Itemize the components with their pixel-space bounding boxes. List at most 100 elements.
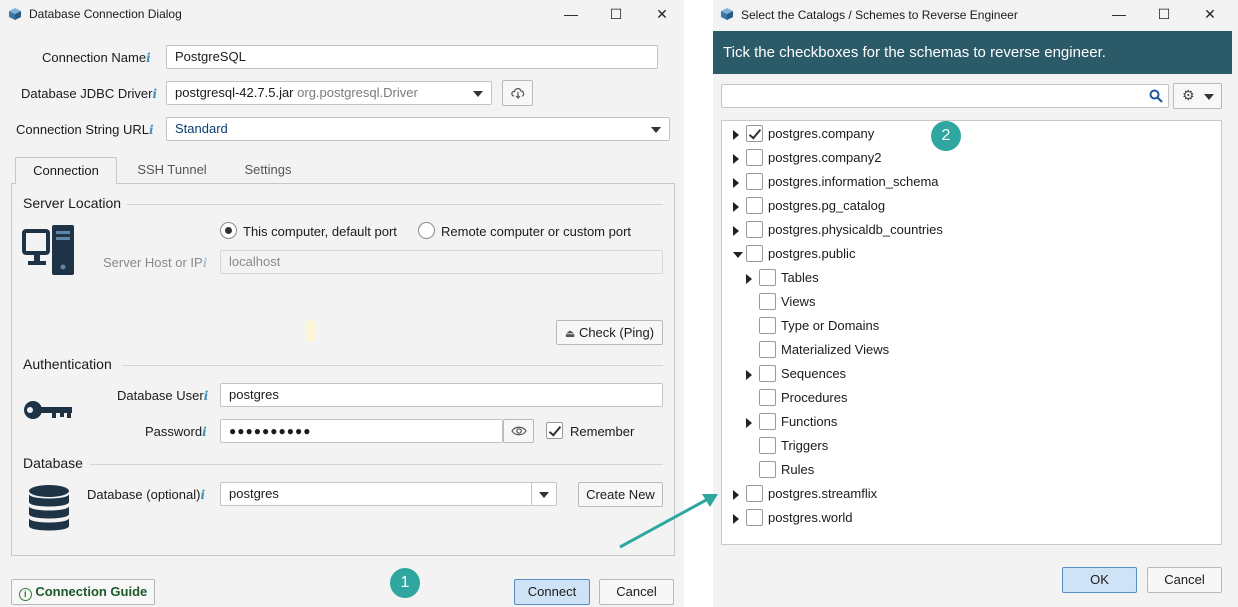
info-icon[interactable]: i xyxy=(149,123,154,137)
tree-row[interactable]: postgres.company2 xyxy=(722,146,1221,170)
connection-url-select[interactable]: Standard xyxy=(166,117,670,141)
maximize-button[interactable]: ☐ xyxy=(605,4,627,24)
expand-closed-icon[interactable] xyxy=(733,514,739,524)
tree-row[interactable]: Tables xyxy=(722,266,1221,290)
info-icon[interactable]: i xyxy=(202,425,207,439)
jdbc-driver-select[interactable]: postgresql-42.7.5.jar org.postgresql.Dri… xyxy=(166,81,492,105)
tree-row-checkbox[interactable] xyxy=(746,197,763,214)
expand-closed-icon[interactable] xyxy=(733,154,739,164)
radio-this-computer-label[interactable]: This computer, default port xyxy=(243,224,397,239)
tree-row[interactable]: postgres.streamflix xyxy=(722,482,1221,506)
tree-row-checkbox[interactable] xyxy=(759,269,776,286)
remember-label[interactable]: Remember xyxy=(570,424,634,439)
expand-closed-icon[interactable] xyxy=(733,130,739,140)
tree-row-checkbox[interactable] xyxy=(746,509,763,526)
maximize-button[interactable]: ☐ xyxy=(1153,4,1175,24)
database-user-input[interactable]: postgres xyxy=(220,383,663,407)
tree-row-checkbox[interactable] xyxy=(759,461,776,478)
tree-row-label: Procedures xyxy=(781,390,848,405)
tree-row[interactable]: postgres.physicaldb_countries xyxy=(722,218,1221,242)
check-ping-button[interactable]: ⏏ Check (Ping) xyxy=(556,320,663,345)
minimize-button[interactable]: — xyxy=(1108,4,1130,24)
expand-closed-icon[interactable] xyxy=(733,202,739,212)
info-icon[interactable]: i xyxy=(146,51,151,65)
tab-ssh-tunnel[interactable]: SSH Tunnel xyxy=(124,157,220,183)
tree-row-checkbox[interactable] xyxy=(759,341,776,358)
cancel-button[interactable]: Cancel xyxy=(599,579,674,605)
password-input[interactable]: ●●●●●●●●●● xyxy=(220,419,503,443)
connection-name-value: PostgreSQL xyxy=(175,49,246,64)
driver-jar: postgresql-42.7.5.jar xyxy=(175,85,294,100)
connection-url-value: Standard xyxy=(175,121,228,136)
tab-settings[interactable]: Settings xyxy=(226,157,310,183)
expand-closed-icon[interactable] xyxy=(746,274,752,284)
info-icon[interactable]: i xyxy=(200,488,205,502)
tree-row-checkbox[interactable] xyxy=(759,365,776,382)
tree-row[interactable]: Triggers xyxy=(722,434,1221,458)
computer-server-icon xyxy=(22,225,74,275)
tree-row-checkbox[interactable] xyxy=(759,437,776,454)
connection-name-input[interactable]: PostgreSQL xyxy=(166,45,658,69)
tree-row-label: Materialized Views xyxy=(781,342,890,357)
database-section-title: Database xyxy=(23,455,83,471)
tree-row[interactable]: Procedures xyxy=(722,386,1221,410)
tree-row[interactable]: Views xyxy=(722,290,1221,314)
database-combo[interactable]: postgres xyxy=(220,482,557,506)
password-label: Passwordi xyxy=(145,424,207,439)
download-driver-button[interactable] xyxy=(502,80,533,106)
radio-this-computer[interactable] xyxy=(220,222,237,239)
tree-row-checkbox[interactable] xyxy=(746,221,763,238)
expand-closed-icon[interactable] xyxy=(746,370,752,380)
info-icon[interactable]: i xyxy=(204,389,209,403)
tree-row-checkbox[interactable] xyxy=(759,293,776,310)
connection-guide-button[interactable]: i Connection Guide xyxy=(11,579,155,605)
chevron-down-icon xyxy=(539,492,549,498)
tree-row[interactable]: Sequences xyxy=(722,362,1221,386)
tree-row-checkbox[interactable] xyxy=(746,173,763,190)
tree-row-checkbox[interactable] xyxy=(746,245,763,262)
expand-closed-icon[interactable] xyxy=(733,178,739,188)
cursor-highlight xyxy=(306,320,316,342)
radio-remote-computer[interactable] xyxy=(418,222,435,239)
tree-row[interactable]: postgres.pg_catalog xyxy=(722,194,1221,218)
tree-row-checkbox[interactable] xyxy=(759,413,776,430)
section-divider xyxy=(90,464,663,465)
tree-row-checkbox[interactable] xyxy=(746,485,763,502)
close-button[interactable]: ✕ xyxy=(1199,4,1221,24)
annotation-arrow xyxy=(619,494,718,549)
connect-button[interactable]: Connect xyxy=(514,579,590,605)
tree-row[interactable]: Materialized Views xyxy=(722,338,1221,362)
schema-search-input[interactable] xyxy=(721,84,1169,108)
tree-row-label: postgres.pg_catalog xyxy=(768,198,886,213)
tree-row[interactable]: postgres.public xyxy=(722,242,1221,266)
tree-row[interactable]: postgres.company xyxy=(722,122,1221,146)
show-password-button[interactable] xyxy=(503,419,534,443)
cloud-download-icon xyxy=(510,88,524,99)
expand-open-icon[interactable] xyxy=(733,252,743,258)
info-icon[interactable]: i xyxy=(153,87,158,101)
close-button[interactable]: ✕ xyxy=(651,4,673,24)
tree-row[interactable]: Type or Domains xyxy=(722,314,1221,338)
expand-closed-icon[interactable] xyxy=(733,226,739,236)
gear-icon: ⚙ xyxy=(1182,87,1195,103)
settings-menu-button[interactable]: ⚙ xyxy=(1173,83,1222,109)
remember-checkbox[interactable] xyxy=(546,422,563,439)
ok-button[interactable]: OK xyxy=(1062,567,1137,593)
expand-closed-icon[interactable] xyxy=(746,418,752,428)
tree-row[interactable]: postgres.world xyxy=(722,506,1221,530)
cancel-button[interactable]: Cancel xyxy=(1147,567,1222,593)
tree-row-checkbox[interactable] xyxy=(746,125,763,142)
expand-closed-icon[interactable] xyxy=(733,490,739,500)
radio-remote-computer-label[interactable]: Remote computer or custom port xyxy=(441,224,631,239)
tab-connection[interactable]: Connection xyxy=(15,157,117,184)
tree-row[interactable]: Rules xyxy=(722,458,1221,482)
tree-row[interactable]: postgres.information_schema xyxy=(722,170,1221,194)
tree-row-checkbox[interactable] xyxy=(746,149,763,166)
database-combo-dropdown[interactable] xyxy=(531,483,556,505)
tree-row-checkbox[interactable] xyxy=(759,317,776,334)
tree-row-checkbox[interactable] xyxy=(759,389,776,406)
minimize-button[interactable]: — xyxy=(560,4,582,24)
tree-row-label: postgres.public xyxy=(768,246,856,261)
tree-row[interactable]: Functions xyxy=(722,410,1221,434)
database-user-label: Database Useri xyxy=(117,388,208,403)
